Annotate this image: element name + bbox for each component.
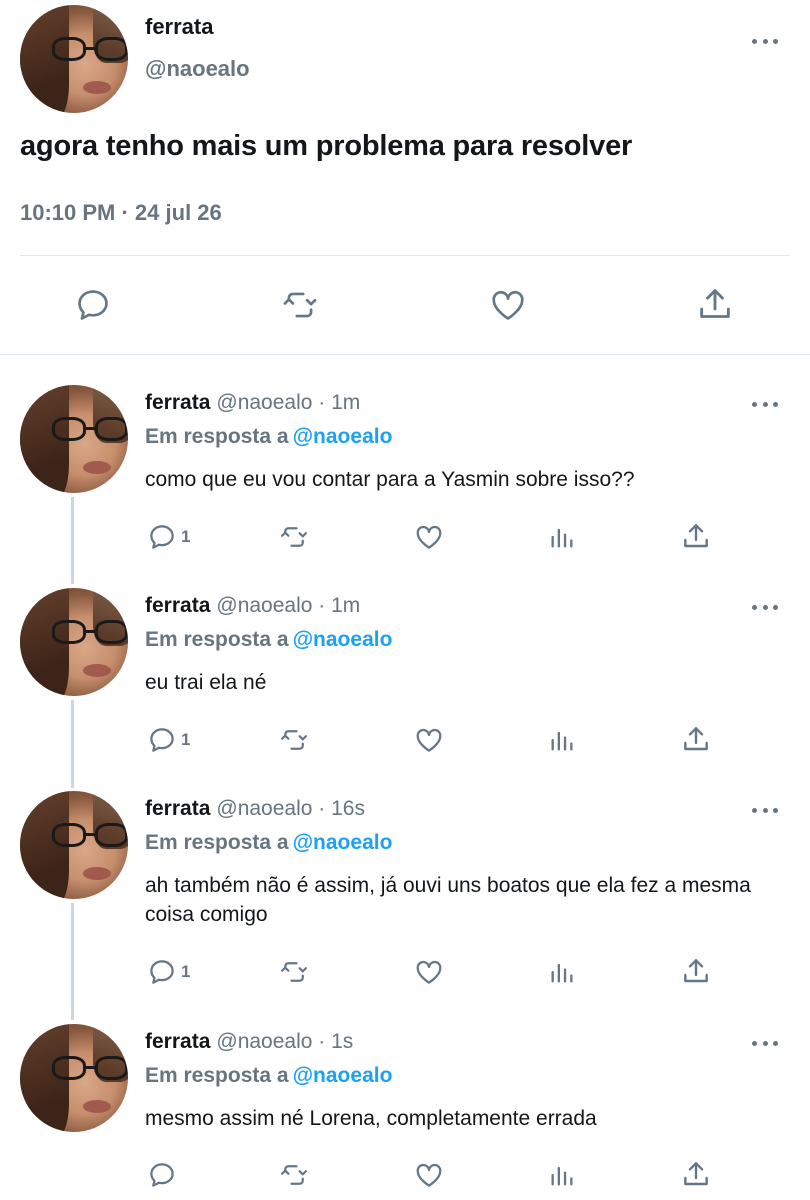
reply-text: ah também não é assim, já ouvi uns boato… — [145, 874, 751, 926]
retweet-arrows-icon — [281, 527, 307, 547]
bar-chart-icon — [551, 528, 573, 548]
bar-chart-icon — [551, 731, 573, 751]
thread-line — [71, 700, 74, 788]
share-upload-icon — [700, 289, 730, 318]
handle-time: @naoealo · 1m — [216, 594, 361, 617]
reply-header: ferrata @naoealo · 1m — [145, 594, 360, 618]
heart-icon — [492, 290, 524, 320]
thread-line — [71, 497, 74, 584]
reply-header: ferrata @naoealo · 1s — [145, 1030, 353, 1054]
retweet-button[interactable] — [277, 1160, 311, 1190]
bar-chart-icon — [551, 963, 573, 983]
avatar[interactable] — [20, 791, 128, 899]
retweet-arrows-icon — [281, 730, 307, 750]
reply-count: 1 — [181, 527, 191, 546]
reply-to-label: Em resposta a — [145, 831, 289, 854]
like-button[interactable] — [413, 522, 445, 552]
avatar[interactable] — [20, 5, 128, 113]
like-button[interactable] — [413, 725, 445, 755]
reply-to-label: Em resposta a — [145, 628, 289, 651]
reply-button[interactable] — [147, 1160, 181, 1190]
reply-header: ferrata @naoealo · 1m — [145, 391, 360, 415]
tweet-text: agora tenho mais um problema para resolv… — [20, 130, 633, 162]
share-button[interactable] — [680, 520, 712, 552]
more-dots-icon[interactable] — [752, 602, 778, 612]
divider — [20, 255, 790, 256]
retweet-arrows-icon — [281, 962, 307, 982]
reply-text: como que eu vou contar para a Yasmin sob… — [145, 468, 635, 491]
divider — [0, 354, 810, 355]
reply-button[interactable] — [74, 286, 112, 324]
retweet-arrows-icon — [283, 292, 317, 318]
in-reply-to: Em resposta a @naoealo — [145, 628, 392, 652]
heart-icon — [416, 728, 442, 752]
author-name[interactable]: ferrata — [145, 797, 210, 820]
avatar[interactable] — [20, 588, 128, 696]
retweet-button[interactable] — [277, 957, 311, 987]
like-button[interactable] — [488, 286, 528, 324]
analytics-button[interactable] — [548, 957, 576, 987]
reply-to-handle-link[interactable]: @naoealo — [293, 831, 393, 854]
bar-chart-icon — [551, 1166, 573, 1186]
handle-time: @naoealo · 1m — [216, 391, 361, 414]
reply-text: eu trai ela né — [145, 671, 267, 694]
in-reply-to: Em resposta a @naoealo — [145, 831, 392, 855]
retweet-button[interactable] — [277, 725, 311, 755]
speech-bubble-icon — [150, 525, 174, 549]
more-dots-icon[interactable] — [752, 36, 778, 46]
share-button[interactable] — [695, 284, 735, 324]
more-dots-icon[interactable] — [752, 399, 778, 409]
share-upload-icon — [684, 959, 708, 983]
author-name[interactable]: ferrata — [145, 594, 210, 617]
share-button[interactable] — [680, 955, 712, 987]
speech-bubble-icon — [78, 290, 108, 320]
author-name[interactable]: ferrata — [145, 1030, 210, 1053]
share-upload-icon — [684, 1162, 708, 1186]
share-button[interactable] — [680, 1158, 712, 1190]
share-button[interactable] — [680, 723, 712, 755]
reply-count: 1 — [181, 962, 191, 981]
thread-line — [71, 903, 74, 1020]
avatar[interactable] — [20, 1024, 128, 1132]
speech-bubble-icon — [150, 728, 174, 752]
avatar[interactable] — [20, 385, 128, 493]
analytics-button[interactable] — [548, 1160, 576, 1190]
reply-button[interactable]: 1 — [147, 725, 190, 755]
retweet-button[interactable] — [280, 286, 320, 324]
author-name[interactable]: ferrata — [145, 391, 210, 414]
heart-icon — [416, 525, 442, 549]
like-button[interactable] — [413, 957, 445, 987]
retweet-arrows-icon — [281, 1165, 307, 1185]
more-dots-icon[interactable] — [752, 805, 778, 815]
share-upload-icon — [684, 727, 708, 751]
reply-to-handle-link[interactable]: @naoealo — [293, 1064, 393, 1087]
in-reply-to: Em resposta a @naoealo — [145, 1064, 392, 1088]
like-button[interactable] — [413, 1160, 445, 1190]
in-reply-to: Em resposta a @naoealo — [145, 425, 392, 449]
speech-bubble-icon — [150, 1163, 174, 1187]
reply-to-label: Em resposta a — [145, 1064, 289, 1087]
author-name[interactable]: ferrata — [145, 14, 213, 40]
author-handle[interactable]: @naoealo — [145, 56, 250, 82]
reply-to-handle-link[interactable]: @naoealo — [293, 425, 393, 448]
handle-time: @naoealo · 1s — [216, 1030, 354, 1053]
more-dots-icon[interactable] — [752, 1038, 778, 1048]
reply-to-label: Em resposta a — [145, 425, 289, 448]
handle-time: @naoealo · 16s — [216, 797, 365, 820]
tweet-timestamp: 10:10 PM · 24 jul 26 — [20, 200, 222, 225]
share-upload-icon — [684, 524, 708, 548]
retweet-button[interactable] — [277, 522, 311, 552]
reply-count: 1 — [181, 730, 191, 749]
heart-icon — [416, 1163, 442, 1187]
reply-button[interactable]: 1 — [147, 522, 190, 552]
analytics-button[interactable] — [548, 725, 576, 755]
heart-icon — [416, 960, 442, 984]
analytics-button[interactable] — [548, 522, 576, 552]
reply-to-handle-link[interactable]: @naoealo — [293, 628, 393, 651]
reply-button[interactable]: 1 — [147, 957, 190, 987]
speech-bubble-icon — [150, 960, 174, 984]
reply-text: mesmo assim né Lorena, completamente err… — [145, 1107, 597, 1130]
reply-header: ferrata @naoealo · 16s — [145, 797, 365, 821]
